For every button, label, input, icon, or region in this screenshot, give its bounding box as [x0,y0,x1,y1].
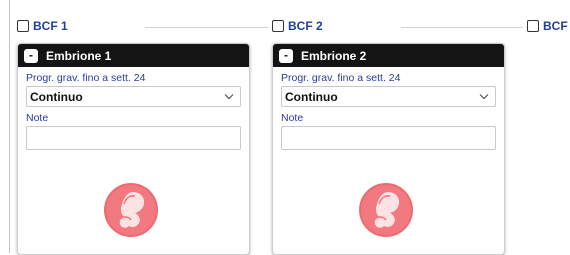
card-title: Embrione 1 [46,48,112,63]
bcf-1-toggle[interactable]: BCF 1 [17,18,68,34]
embryo-card-2: - Embrione 2 Progr. grav. fino a sett. 2… [272,43,505,255]
card-header: - Embrione 1 [18,44,249,67]
bcf-3-checkbox[interactable] [527,20,539,32]
chevron-down-icon [224,94,234,100]
collapse-button[interactable]: - [24,48,38,63]
progress-label: Progr. grav. fino a sett. 24 [26,72,146,84]
chevron-down-icon [479,94,489,100]
bcf-connector-line [401,27,523,28]
note-label: Note [281,112,304,124]
bcf-3-toggle[interactable]: BCF [527,18,568,34]
fetus-icon [104,183,158,237]
progress-select[interactable]: Continuo [281,86,496,107]
note-input[interactable] [26,126,241,150]
card-title: Embrione 2 [301,48,367,63]
bcf-3-label: BCF [543,19,568,33]
progress-select[interactable]: Continuo [26,86,241,107]
bcf-1-checkbox[interactable] [17,20,29,32]
collapse-button[interactable]: - [279,48,293,63]
bcf-2-label: BCF 2 [288,19,323,33]
left-divider [9,0,10,253]
bcf-connector-line [145,27,268,28]
bcf-2-toggle[interactable]: BCF 2 [272,18,323,34]
progress-label: Progr. grav. fino a sett. 24 [281,72,401,84]
progress-select-value: Continuo [285,89,338,104]
note-label: Note [26,112,49,124]
embryo-card-1: - Embrione 1 Progr. grav. fino a sett. 2… [17,43,250,255]
bcf-1-label: BCF 1 [33,19,68,33]
card-header: - Embrione 2 [273,44,504,67]
bcf-2-checkbox[interactable] [272,20,284,32]
note-input[interactable] [281,126,496,150]
fetus-icon [359,183,413,237]
progress-select-value: Continuo [30,89,83,104]
